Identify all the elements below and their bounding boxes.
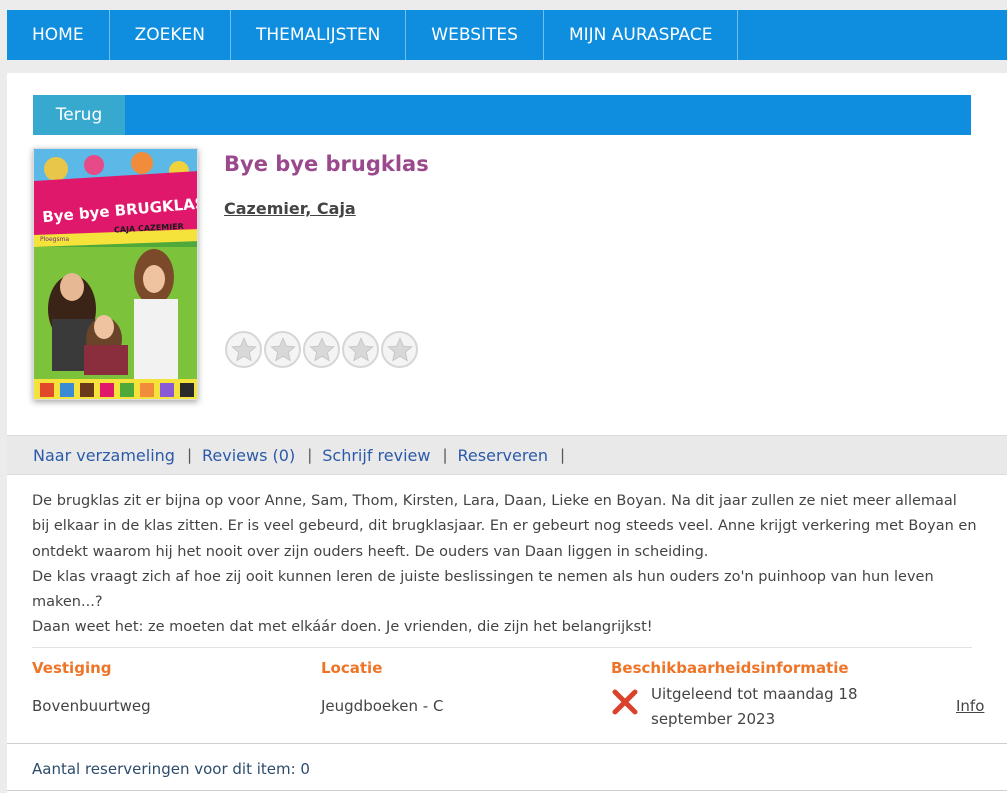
action-separator: | [186,446,193,464]
description-paragraph: De brugklas zit er bijna op voor Anne, S… [32,493,977,560]
detail-panel: Terug Bye bye BRUGKLAS CAJA CAZEMIER Plo… [7,73,1007,793]
divider [7,790,1007,791]
rating-star-4[interactable] [342,331,379,368]
location-value: Jeugdboeken - C [321,697,444,715]
star-icon [269,336,296,361]
action-separator: | [560,446,566,464]
main-nav: HOME ZOEKEN THEMALIJSTEN WEBSITES MIJN A… [7,10,1007,60]
nav-home[interactable]: HOME [7,10,110,60]
nav-mijn-auraspace[interactable]: MIJN AURASPACE [544,10,739,60]
branch-value: Bovenbuurtweg [32,697,151,715]
back-bar: Terug [33,95,971,135]
branch-header: Vestiging [32,659,112,677]
x-mark-icon [612,689,638,715]
rating-star-5[interactable] [381,331,418,368]
divider [32,647,972,648]
book-cover-image[interactable]: Bye bye BRUGKLAS CAJA CAZEMIER Ploegsma [33,148,198,400]
naar-verzameling-link[interactable]: Naar verzameling [33,446,175,465]
action-separator: | [442,446,448,464]
rating-star-1[interactable] [225,331,262,368]
rating-stars [225,331,418,368]
divider [7,743,1007,744]
location-header: Locatie [321,659,383,677]
availability-status: Uitgeleend tot maandag 18 september 2023 [651,685,858,728]
reserveren-link[interactable]: Reserveren [458,446,549,465]
star-icon [308,336,335,361]
star-icon [386,336,413,361]
nav-zoeken[interactable]: ZOEKEN [110,10,231,60]
star-icon [347,336,374,361]
star-icon [230,336,257,361]
info-link[interactable]: Info [956,697,984,715]
schrijf-review-link[interactable]: Schrijf review [322,446,430,465]
rating-star-3[interactable] [303,331,340,368]
description-paragraph: De klas vraagt zich af hoe zij ooit kunn… [32,568,934,611]
status-header: Beschikbaarheidsinformatie [611,659,849,677]
description-paragraph: Daan weet het: ze moeten dat met elkáár … [32,619,653,636]
book-title: Bye bye brugklas [224,152,429,176]
action-bar: Naar verzameling | Reviews (0) | Schrijf… [7,435,1007,475]
reviews-link[interactable]: Reviews (0) [202,446,295,465]
author-link[interactable]: Cazemier, Caja [224,199,356,218]
reservations-count: Aantal reserveringen voor dit item: 0 [32,760,310,778]
cover-publisher-text: Ploegsma [40,236,69,243]
cover-artwork: Bye bye BRUGKLAS CAJA CAZEMIER Ploegsma [34,149,197,399]
book-description: De brugklas zit er bijna op voor Anne, S… [32,489,977,641]
rating-star-2[interactable] [264,331,301,368]
action-separator: | [307,446,313,464]
nav-websites[interactable]: WEBSITES [406,10,544,60]
back-button[interactable]: Terug [33,95,125,135]
nav-themalijsten[interactable]: THEMALIJSTEN [231,10,407,60]
